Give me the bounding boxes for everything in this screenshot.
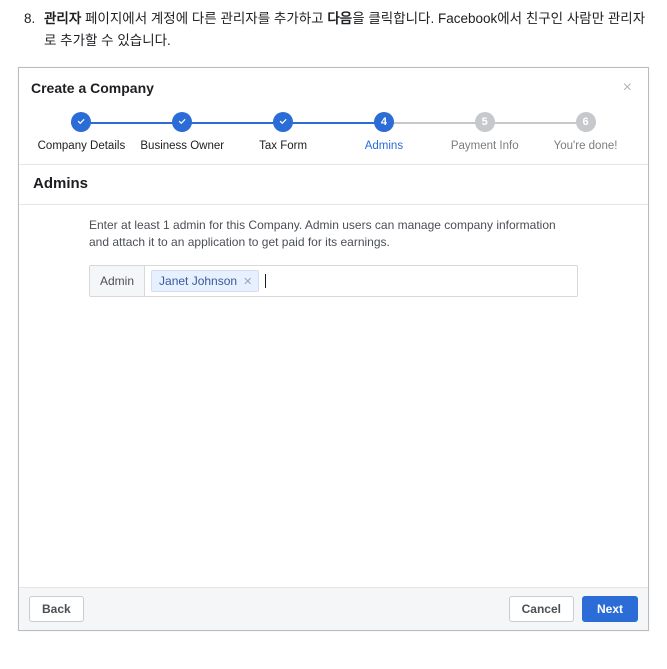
check-icon bbox=[76, 116, 87, 127]
admin-field-row: Admin Janet Johnson ✕ bbox=[89, 265, 578, 297]
check-icon bbox=[278, 116, 289, 127]
step-circle-current: 4 bbox=[374, 112, 394, 132]
admin-input[interactable]: Janet Johnson ✕ bbox=[144, 265, 578, 297]
step-circle-todo: 6 bbox=[576, 112, 596, 132]
step-label: You're done! bbox=[554, 140, 618, 152]
step-label: Admins bbox=[365, 140, 403, 152]
create-company-dialog: Create a Company × Company Details Busin… bbox=[18, 67, 649, 631]
step-label: Payment Info bbox=[451, 140, 519, 152]
admin-chip[interactable]: Janet Johnson ✕ bbox=[151, 270, 259, 292]
instruction-number: 8. bbox=[24, 8, 44, 53]
step-label: Business Owner bbox=[140, 140, 224, 152]
step-tax-form[interactable]: Tax Form bbox=[233, 112, 334, 152]
step-circle-done bbox=[273, 112, 293, 132]
dialog-body: Enter at least 1 admin for this Company.… bbox=[19, 205, 648, 587]
dialog-header: Create a Company × bbox=[19, 68, 648, 106]
back-button[interactable]: Back bbox=[29, 596, 84, 622]
next-button[interactable]: Next bbox=[582, 596, 638, 622]
dialog-footer: Back Cancel Next bbox=[19, 587, 648, 630]
stepper: Company Details Business Owner Tax Form … bbox=[19, 106, 648, 154]
step-youre-done[interactable]: 6 You're done! bbox=[535, 112, 636, 152]
step-payment-info[interactable]: 5 Payment Info bbox=[434, 112, 535, 152]
check-icon bbox=[177, 116, 188, 127]
section-title: Admins bbox=[33, 175, 634, 192]
instruction-text: 관리자 페이지에서 계정에 다른 관리자를 추가하고 다음을 클릭합니다. Fa… bbox=[44, 8, 649, 53]
instruction-bold-1: 관리자 bbox=[44, 11, 81, 26]
instruction: 8. 관리자 페이지에서 계정에 다른 관리자를 추가하고 다음을 클릭합니다.… bbox=[24, 8, 649, 53]
chip-remove-icon[interactable]: ✕ bbox=[243, 275, 252, 288]
admin-chip-label: Janet Johnson bbox=[159, 274, 237, 288]
close-icon[interactable]: × bbox=[619, 78, 636, 98]
instruction-bold-2: 다음 bbox=[327, 11, 352, 26]
step-business-owner[interactable]: Business Owner bbox=[132, 112, 233, 152]
step-label: Company Details bbox=[38, 140, 126, 152]
step-circle-todo: 5 bbox=[475, 112, 495, 132]
help-text: Enter at least 1 admin for this Company.… bbox=[89, 217, 578, 252]
section-header: Admins bbox=[19, 165, 648, 194]
dialog-title: Create a Company bbox=[31, 80, 154, 96]
step-label: Tax Form bbox=[259, 140, 307, 152]
step-circle-done bbox=[172, 112, 192, 132]
step-circle-done bbox=[71, 112, 91, 132]
admin-field-label: Admin bbox=[89, 265, 144, 297]
cancel-button[interactable]: Cancel bbox=[509, 596, 574, 622]
text-cursor bbox=[265, 274, 266, 288]
step-company-details[interactable]: Company Details bbox=[31, 112, 132, 152]
step-admins[interactable]: 4 Admins bbox=[333, 112, 434, 152]
